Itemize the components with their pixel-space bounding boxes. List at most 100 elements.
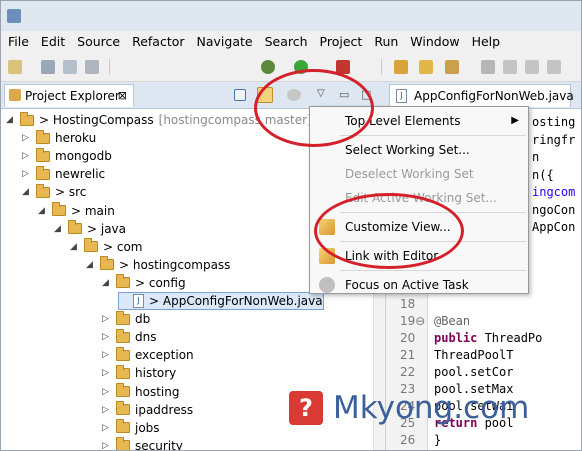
collapsed-arrow-icon[interactable]: ▷ — [22, 169, 32, 179]
collapsed-arrow-icon[interactable]: ▷ — [102, 350, 112, 360]
expanded-arrow-icon[interactable]: ◢ — [86, 260, 96, 270]
print-icon[interactable] — [85, 60, 99, 74]
tree-item-label: security — [135, 438, 183, 451]
collapsed-arrow-icon[interactable]: ▷ — [102, 332, 112, 342]
tree-item[interactable]: ◢ > java — [54, 220, 126, 238]
menu-navigate[interactable]: Navigate — [197, 34, 253, 49]
collapse-all-icon[interactable] — [234, 89, 246, 101]
tree-item-label: > src — [55, 185, 87, 200]
tree-item[interactable]: ▷ hosting — [102, 383, 179, 401]
new-icon[interactable] — [8, 60, 22, 74]
menu-separator — [340, 270, 526, 271]
tree-item[interactable]: ◢ > com — [70, 238, 143, 256]
menu-search[interactable]: Search — [265, 34, 308, 49]
tree-item[interactable]: ◢ > config — [102, 274, 186, 292]
prev-annotation-icon[interactable] — [525, 60, 539, 74]
tree-item-label: mongodb — [55, 149, 112, 164]
window-menu-icon[interactable] — [7, 9, 21, 23]
collapsed-arrow-icon[interactable]: ▷ — [22, 151, 32, 161]
folder-icon — [116, 401, 130, 416]
tree-item[interactable]: ▷ ipaddress — [102, 401, 193, 419]
menu-run[interactable]: Run — [374, 34, 398, 49]
collapsed-arrow-icon[interactable]: ▷ — [22, 133, 32, 143]
menu-project[interactable]: Project — [320, 34, 363, 49]
expanded-arrow-icon[interactable]: ◢ — [22, 187, 32, 197]
folder-icon — [52, 202, 66, 216]
tree-item[interactable]: ▷ exception — [102, 346, 194, 364]
tree-item-label: heroku — [55, 131, 97, 146]
project-explorer-icon — [9, 89, 21, 101]
folder-icon — [36, 165, 50, 180]
tree-item[interactable]: ▷ heroku — [22, 129, 96, 147]
submenu-arrow-icon: ▶ — [511, 115, 519, 126]
back-icon[interactable] — [547, 60, 561, 74]
tree-item[interactable]: ▷ mongodb — [22, 147, 112, 165]
title-bar — [1, 1, 581, 31]
menu-refactor[interactable]: Refactor — [132, 34, 184, 49]
next-annotation-icon[interactable] — [503, 60, 517, 74]
line-number: 21 — [400, 348, 416, 362]
menu-help[interactable]: Help — [472, 34, 501, 49]
folder-icon — [84, 238, 98, 253]
expanded-arrow-icon[interactable]: ◢ — [70, 242, 80, 252]
folder-icon — [116, 383, 130, 397]
code-line: pool.setCor — [434, 365, 514, 379]
watermark-text: Mkyong.com — [333, 390, 530, 426]
menu-file[interactable]: File — [8, 34, 29, 49]
tree-item-label: > java — [87, 221, 127, 236]
code-line: ingcom — [532, 185, 576, 199]
focus-icon — [319, 277, 335, 293]
tree-item[interactable]: ◢ > src — [22, 183, 86, 201]
tree-item[interactable]: ▷ history — [102, 364, 176, 382]
expanded-arrow-icon[interactable]: ◢ — [6, 115, 16, 125]
collapsed-arrow-icon[interactable]: ▷ — [102, 368, 112, 378]
expanded-arrow-icon[interactable]: ◢ — [38, 206, 48, 216]
tree-item[interactable]: ▷ jobs — [102, 419, 160, 437]
collapsed-arrow-icon[interactable]: ▷ — [102, 423, 112, 433]
menu-item-label: Deselect Working Set — [345, 167, 474, 181]
menu-edit[interactable]: Edit — [41, 34, 65, 49]
menu-item-deselect-working-set[interactable]: Deselect Working Set — [311, 162, 527, 186]
tree-item-java-file[interactable]: J > AppConfigForNonWeb.java — [118, 292, 324, 310]
folder-icon — [100, 256, 114, 271]
collapsed-arrow-icon[interactable]: ▷ — [102, 441, 112, 450]
collapsed-arrow-icon[interactable]: ▷ — [102, 314, 112, 324]
tab-appconfig-java[interactable]: J AppConfigForNonWeb.java — [389, 84, 574, 107]
folder-icon — [116, 274, 130, 289]
annotation-circle-customize — [314, 193, 464, 269]
close-icon[interactable]: ⊠ — [118, 89, 127, 102]
tree-item[interactable]: ▷ dns — [102, 328, 156, 346]
collapsed-arrow-icon[interactable]: ▷ — [102, 387, 112, 397]
tree-item[interactable]: ▷ db — [102, 310, 150, 328]
code-line: ThreadPoolT — [434, 348, 514, 362]
watermark-logo-icon: ? — [289, 391, 323, 425]
collapsed-arrow-icon[interactable]: ▷ — [102, 405, 112, 415]
code-line: AppCon — [532, 220, 576, 234]
new-java-project-icon[interactable] — [394, 60, 408, 74]
tree-item[interactable]: ◢ > hostingcompass — [86, 256, 230, 274]
tree-item[interactable]: ▷ newrelic — [22, 165, 105, 183]
search-icon[interactable] — [445, 60, 459, 74]
save-all-icon[interactable] — [63, 60, 77, 74]
menu-item-focus-on-active-task[interactable]: Focus on Active Task — [311, 273, 527, 297]
debug-icon[interactable] — [261, 60, 275, 74]
tree-item-label: > AppConfigForNonWeb.java — [149, 294, 323, 308]
tree-item[interactable]: ▷ security — [102, 437, 183, 451]
menu-bar: File Edit Source Refactor Navigate Searc… — [1, 31, 581, 52]
pin-icon[interactable] — [481, 60, 495, 74]
folder-icon — [36, 147, 50, 162]
tree-item[interactable]: ◢ > main — [38, 202, 115, 220]
menu-window[interactable]: Window — [410, 34, 459, 49]
tree-item-label: dns — [135, 330, 157, 345]
menu-source[interactable]: Source — [77, 34, 120, 49]
line-number: 26 — [400, 433, 416, 447]
folder-icon — [116, 364, 130, 379]
open-type-icon[interactable] — [419, 60, 433, 74]
tab-project-explorer[interactable]: Project Explorer ⊠ — [4, 84, 134, 107]
save-icon[interactable] — [41, 60, 55, 74]
expanded-arrow-icon[interactable]: ◢ — [54, 224, 64, 234]
expanded-arrow-icon[interactable]: ◢ — [102, 278, 112, 288]
tree-item-label: > config — [135, 275, 186, 290]
project-explorer-tab-label: Project Explorer — [25, 89, 120, 103]
code-line: n — [532, 150, 540, 164]
